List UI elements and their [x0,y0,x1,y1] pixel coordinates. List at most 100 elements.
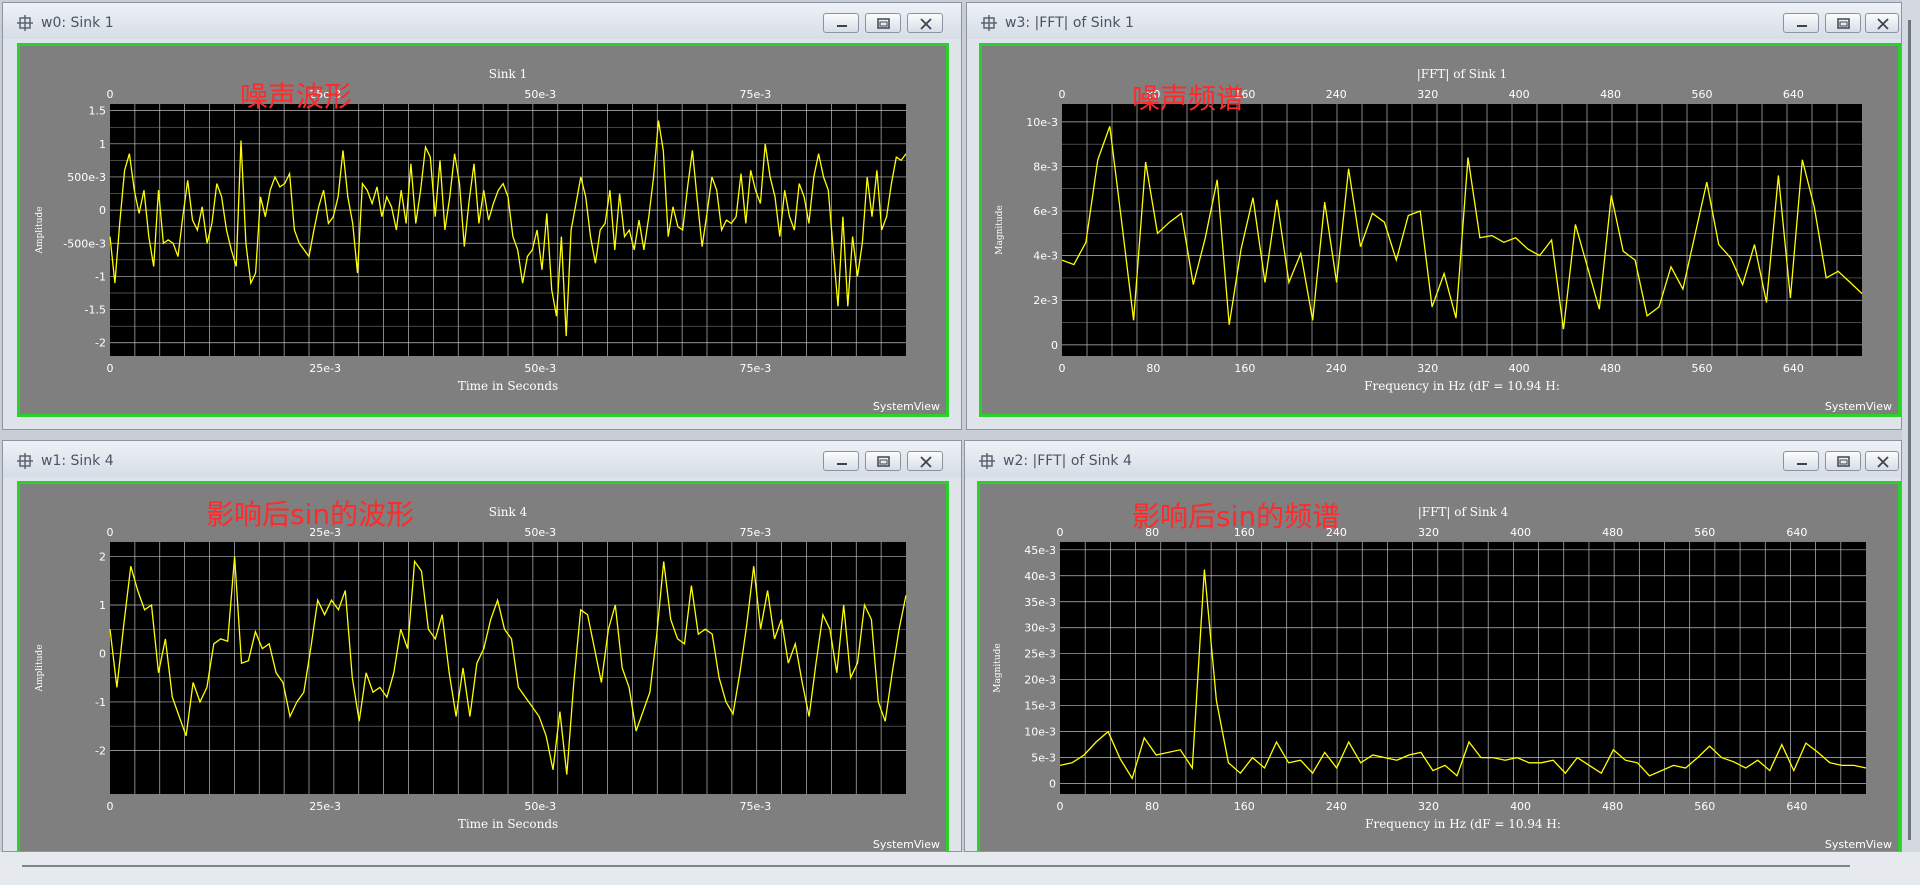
x-tick-label-top: 0 [1059,88,1066,101]
y-tick-label: -1 [95,696,106,709]
x-tick-label-top: 640 [1783,88,1804,101]
x-tick-label-bottom: 0 [107,800,114,813]
x-tick-label-bottom: 50e-3 [524,362,556,375]
chart-title: Sink 4 [489,505,528,519]
x-tick-label-top: 400 [1509,88,1530,101]
x-tick-label-bottom: 400 [1509,362,1530,375]
x-tick-label-bottom: 480 [1600,362,1621,375]
y-axis-label: Magnitude [993,643,1003,693]
restore-icon [1837,18,1850,29]
y-tick-label: 15e-3 [1024,700,1056,713]
window-w1[interactable]: w1: Sink 4 0 0 25e-3 25e-3 50e-3 50e-3 75e-3 75… [2,440,962,852]
annotation-text: 噪声波形 [240,80,352,113]
close-icon [1877,456,1889,468]
x-tick-label-top: 75e-3 [740,88,772,101]
plot-area[interactable]: 0 0 25e-3 25e-3 50e-3 50e-3 75e-3 75e-3 1.5 1 500e… [17,43,949,417]
window-menu-icon[interactable] [17,15,33,31]
x-tick-label-bottom: 640 [1786,800,1807,813]
window-menu-icon[interactable] [979,453,995,469]
plot-area[interactable]: 0 0 25e-3 25e-3 50e-3 50e-3 75e-3 75e-3 2 1 0 -1 -2 S… [17,481,949,851]
chart-svg: 0025e-325e-350e-350e-375e-375e-31.51500e… [35,67,940,413]
x-tick-label-bottom: 50e-3 [524,800,556,813]
window-w0[interactable]: w0: Sink 1 0 0 25e-3 25e-3 50e-3 50e-3 75e-3 75… [2,2,962,430]
close-button[interactable] [907,451,943,471]
x-tick-label-bottom: 75e-3 [740,800,772,813]
close-button[interactable] [907,13,943,33]
systemview-label: SystemView [873,400,940,413]
y-tick-label: 1 [99,599,106,612]
y-tick-label: -1.5 [85,304,106,317]
y-tick-label: 1.5 [89,105,107,118]
horizontal-scrollbar[interactable] [22,865,1850,867]
x-tick-label-bottom: 160 [1234,800,1255,813]
x-tick-label-bottom: 320 [1417,362,1438,375]
plot-area[interactable]: 0 0 80 80 160 160 240 240 320 320 400 400 480 480 560 5… [979,43,1901,417]
close-button[interactable] [1865,451,1899,471]
y-tick-label: 0 [99,647,106,660]
window-menu-icon[interactable] [17,453,33,469]
window-title: w0: Sink 1 [41,15,114,31]
y-tick-label: -1 [95,270,106,283]
x-tick-label-top: 0 [107,526,114,539]
minimize-button[interactable] [1783,13,1819,33]
maximize-button[interactable] [1825,451,1861,471]
window-w3[interactable]: w3: |FFT| of Sink 1 0 0 80 80 160 160 240 240 32… [966,2,1902,430]
titlebar[interactable]: w3: |FFT| of Sink 1 [967,3,1901,39]
minimize-button[interactable] [823,451,859,471]
x-tick-label-bottom: 160 [1234,362,1255,375]
restore-icon [877,18,890,29]
maximize-button[interactable] [1825,13,1861,33]
window-menu-icon[interactable] [981,15,997,31]
close-icon [920,456,932,468]
x-tick-label-top: 50e-3 [524,526,556,539]
minimize-icon [837,463,847,465]
x-tick-label-bottom: 240 [1326,800,1347,813]
x-tick-label-top: 320 [1418,526,1439,539]
y-tick-label: 2 [99,551,106,564]
x-axis-label: Time in Seconds [458,379,558,393]
chart-title: |FFT| of Sink 4 [1418,505,1509,519]
systemview-label: SystemView [873,838,940,851]
x-axis-label: Frequency in Hz (dF = 10.94 H: [1364,379,1560,393]
minimize-button[interactable] [1783,451,1819,471]
x-tick-label-top: 0 [107,88,114,101]
minimize-icon [837,25,847,27]
maximize-button[interactable] [865,451,901,471]
y-axis-label: Amplitude [35,644,45,692]
y-tick-label: -2 [95,337,106,350]
x-tick-label-top: 240 [1326,88,1347,101]
x-tick-label-top: 400 [1510,526,1531,539]
y-axis-label: Magnitude [995,205,1005,255]
maximize-button[interactable] [865,13,901,33]
vertical-scrollbar[interactable] [1902,0,1920,852]
restore-icon [1837,456,1850,467]
y-tick-label: 20e-3 [1024,674,1056,687]
chart-svg: 0080801601602402403203204004004804805605… [995,67,1892,413]
x-axis-label: Frequency in Hz (dF = 10.94 H: [1365,817,1561,831]
scrollbar-thumb[interactable] [1908,20,1911,840]
y-tick-label: 4e-3 [1033,250,1058,263]
x-tick-label-bottom: 0 [1059,362,1066,375]
minimize-button[interactable] [823,13,859,33]
window-w2[interactable]: w2: |FFT| of Sink 4 0 0 80 80 160 160 240 240 32… [964,440,1902,852]
close-icon [1877,18,1889,30]
y-tick-label: -500e-3 [63,237,106,250]
x-tick-label-bottom: 80 [1146,362,1160,375]
y-tick-label: 2e-3 [1033,294,1058,307]
titlebar[interactable]: w0: Sink 1 [3,3,961,39]
x-tick-label-bottom: 25e-3 [309,362,341,375]
titlebar[interactable]: w1: Sink 4 [3,441,961,477]
y-tick-label: 35e-3 [1024,596,1056,609]
chart-svg: 0080801601602402403203204004004804805605… [993,500,1892,851]
x-tick-label-bottom: 80 [1145,800,1159,813]
x-tick-label-bottom: 75e-3 [740,362,772,375]
plot-area[interactable]: 0 0 80 80 160 160 240 240 320 320 400 400 480 480 560 5… [977,481,1901,851]
window-title: w3: |FFT| of Sink 1 [1005,15,1134,31]
x-tick-label-top: 560 [1692,88,1713,101]
close-button[interactable] [1865,13,1899,33]
systemview-label: SystemView [1825,838,1892,851]
y-tick-label: 40e-3 [1024,570,1056,583]
annotation-text: 噪声频谱 [1132,82,1244,115]
y-tick-label: 45e-3 [1024,544,1056,557]
titlebar[interactable]: w2: |FFT| of Sink 4 [965,441,1901,477]
